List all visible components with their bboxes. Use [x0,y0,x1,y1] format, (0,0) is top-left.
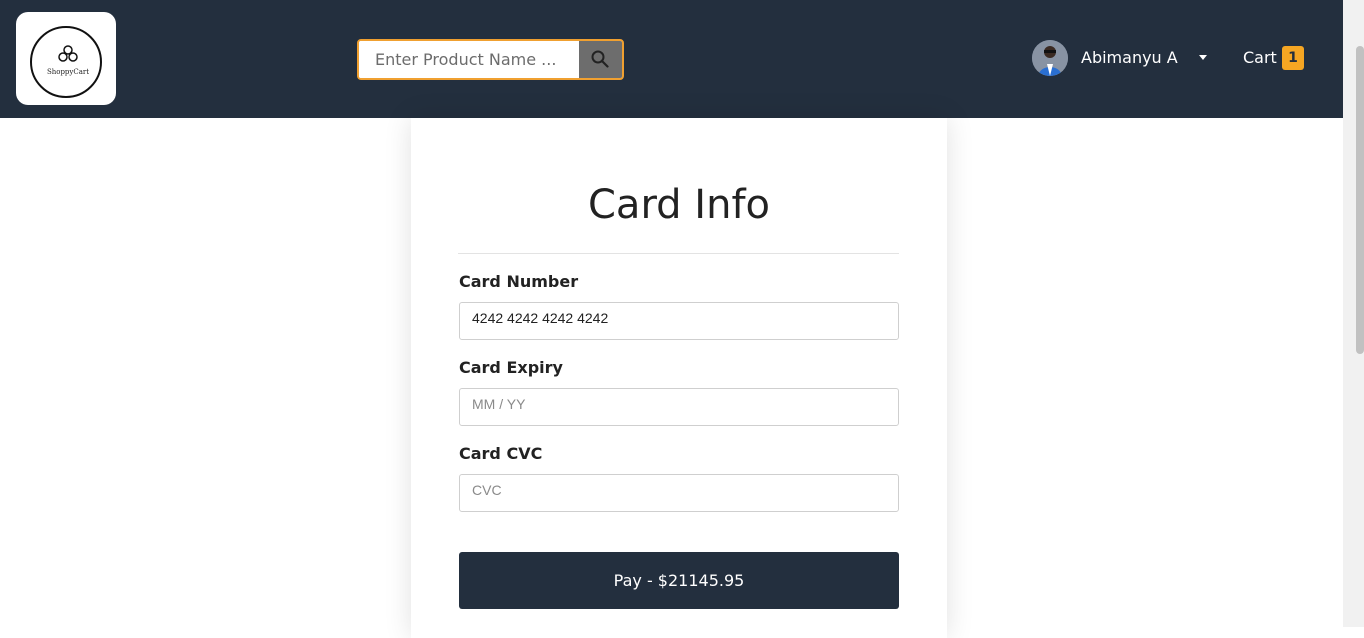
card-cvc-label: Card CVC [459,444,543,463]
logo-text: ShoppyCart [46,68,90,76]
cart-label: Cart [1243,48,1277,67]
logo-ring-icon: ShoppyCart [30,26,102,98]
cart-count-badge: 1 [1282,46,1304,70]
card-number-label: Card Number [459,272,579,291]
search-input[interactable] [359,41,581,78]
avatar-icon [1032,40,1068,76]
search-icon [591,50,609,68]
avatar [1032,40,1068,76]
pay-button[interactable]: Pay - $21145.95 [459,552,899,609]
logo-knot-icon [58,45,78,62]
card-info-form: Card Info Card Number Card Expiry Card C… [411,118,947,638]
card-expiry-label: Card Expiry [459,358,563,377]
search-button[interactable] [579,41,622,78]
divider [458,253,899,254]
card-cvc-field[interactable] [459,474,899,512]
search-bar [357,39,624,80]
chevron-down-icon[interactable] [1199,55,1207,60]
top-navbar: ShoppyCart Abimanyu A Cart 1 [0,0,1343,118]
scrollbar-thumb[interactable] [1356,46,1364,354]
card-number-field[interactable] [459,302,899,340]
logo[interactable]: ShoppyCart [16,12,116,105]
page-title: Card Info [588,182,770,228]
card-expiry-field[interactable] [459,388,899,426]
user-name: Abimanyu A [1081,48,1178,67]
